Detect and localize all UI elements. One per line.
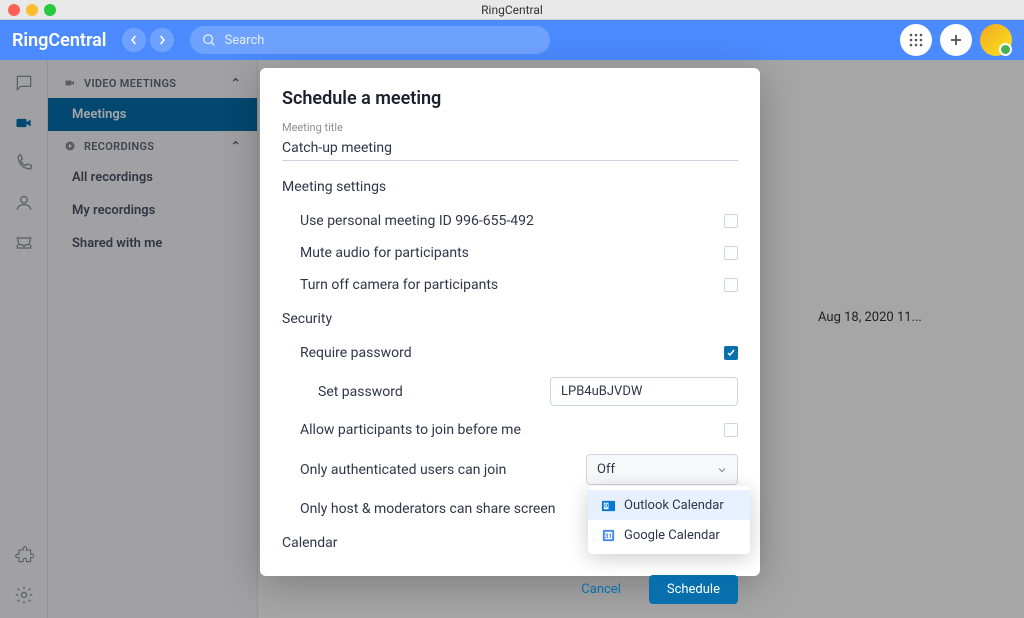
svg-text:31: 31 — [604, 531, 612, 539]
avatar[interactable] — [980, 24, 1012, 56]
sidebar-item-label: Meetings — [72, 107, 126, 122]
plus-icon — [949, 33, 963, 47]
nav-back-button[interactable] — [122, 28, 146, 52]
iconbar-settings[interactable] — [13, 584, 35, 606]
schedule-button[interactable]: Schedule — [649, 575, 738, 604]
play-circle-icon — [64, 140, 76, 152]
traffic-lights — [8, 4, 56, 16]
iconbar-video[interactable] — [13, 112, 35, 134]
sidebar-section-label: VIDEO MEETINGS — [84, 77, 176, 90]
nav-forward-button[interactable] — [150, 28, 174, 52]
search-input[interactable]: Search — [190, 26, 550, 54]
setting-label: Use personal meeting ID 996-655-492 — [300, 213, 534, 229]
chevron-up-icon: ⌃ — [231, 76, 241, 90]
select-value: Off — [597, 462, 615, 477]
setting-set-password: Set password — [282, 369, 738, 414]
meeting-settings-label: Meeting settings — [282, 179, 738, 195]
modal-footer: Cancel Schedule — [282, 565, 738, 604]
video-icon — [64, 77, 76, 89]
sidebar: VIDEO MEETINGS ⌃ Meetings RECORDINGS ⌃ A… — [48, 60, 258, 618]
modal-title: Schedule a meeting — [282, 88, 738, 109]
dropdown-item-google[interactable]: 31 Google Calendar — [588, 520, 750, 550]
dropdown-item-label: Outlook Calendar — [624, 498, 724, 513]
phone-icon — [14, 153, 34, 173]
require-password-checkbox[interactable] — [724, 346, 738, 360]
use-pmi-checkbox[interactable] — [724, 214, 738, 228]
iconbar-phone[interactable] — [13, 152, 35, 174]
iconbar — [0, 60, 48, 618]
minimize-window-button[interactable] — [26, 4, 38, 16]
sidebar-item-shared-with-me[interactable]: Shared with me — [48, 227, 257, 260]
meeting-title-input[interactable] — [282, 136, 738, 161]
sidebar-section-recordings[interactable]: RECORDINGS ⌃ — [48, 131, 257, 161]
iconbar-chat[interactable] — [13, 72, 35, 94]
calendar-dropdown: O Outlook Calendar 31 Google Calendar — [588, 486, 750, 554]
puzzle-icon — [14, 545, 34, 565]
setting-use-pmi: Use personal meeting ID 996-655-492 — [282, 205, 738, 237]
app-logo: RingCentral — [12, 30, 106, 51]
sidebar-item-label: Shared with me — [72, 236, 162, 251]
new-button[interactable] — [940, 24, 972, 56]
meeting-title-label: Meeting title — [282, 121, 738, 134]
setting-label: Only authenticated users can join — [300, 462, 506, 478]
setting-turn-off-camera: Turn off camera for participants — [282, 269, 738, 301]
setting-label: Require password — [300, 345, 412, 361]
window-title: RingCentral — [481, 3, 543, 17]
security-label: Security — [282, 311, 738, 327]
outlook-icon: O — [600, 497, 616, 513]
app-header: RingCentral Search — [0, 20, 1024, 60]
sidebar-section-video-meetings[interactable]: VIDEO MEETINGS ⌃ — [48, 68, 257, 98]
join-before-checkbox[interactable] — [724, 423, 738, 437]
maximize-window-button[interactable] — [44, 4, 56, 16]
auth-users-select[interactable]: Off — [586, 454, 738, 485]
setting-require-password: Require password — [282, 337, 738, 369]
video-icon — [14, 113, 34, 133]
sidebar-section-label: RECORDINGS — [84, 140, 154, 153]
setting-label: Mute audio for participants — [300, 245, 469, 261]
iconbar-contacts[interactable] — [13, 192, 35, 214]
dialpad-icon — [909, 33, 923, 47]
gear-icon — [14, 585, 34, 605]
dropdown-item-outlook[interactable]: O Outlook Calendar — [588, 490, 750, 520]
sidebar-item-my-recordings[interactable]: My recordings — [48, 194, 257, 227]
sidebar-item-label: All recordings — [72, 170, 153, 185]
google-calendar-icon: 31 — [600, 527, 616, 543]
setting-label: Set password — [318, 384, 403, 400]
setting-mute-audio: Mute audio for participants — [282, 237, 738, 269]
iconbar-inbox[interactable] — [13, 232, 35, 254]
person-icon — [14, 193, 34, 213]
svg-text:O: O — [604, 503, 608, 509]
chevron-up-icon: ⌃ — [231, 139, 241, 153]
sidebar-item-meetings[interactable]: Meetings — [48, 98, 257, 131]
sidebar-item-label: My recordings — [72, 203, 155, 218]
setting-label: Only host & moderators can share screen — [300, 501, 556, 517]
setting-join-before: Allow participants to join before me — [282, 414, 738, 446]
search-placeholder: Search — [224, 33, 264, 48]
dropdown-item-label: Google Calendar — [624, 528, 720, 543]
inbox-icon — [14, 233, 34, 253]
dialpad-button[interactable] — [900, 24, 932, 56]
search-icon — [202, 33, 216, 47]
sidebar-item-all-recordings[interactable]: All recordings — [48, 161, 257, 194]
nav-arrows — [122, 28, 174, 52]
setting-label: Allow participants to join before me — [300, 422, 521, 438]
turn-off-camera-checkbox[interactable] — [724, 278, 738, 292]
password-input[interactable] — [550, 377, 738, 406]
meeting-time-hint: Aug 18, 2020 11... — [818, 310, 922, 325]
close-window-button[interactable] — [8, 4, 20, 16]
setting-label: Turn off camera for participants — [300, 277, 498, 293]
chat-icon — [14, 73, 34, 93]
chevron-down-icon — [717, 465, 727, 475]
mute-audio-checkbox[interactable] — [724, 246, 738, 260]
iconbar-apps[interactable] — [13, 544, 35, 566]
mac-titlebar: RingCentral — [0, 0, 1024, 20]
cancel-button[interactable]: Cancel — [563, 575, 639, 604]
